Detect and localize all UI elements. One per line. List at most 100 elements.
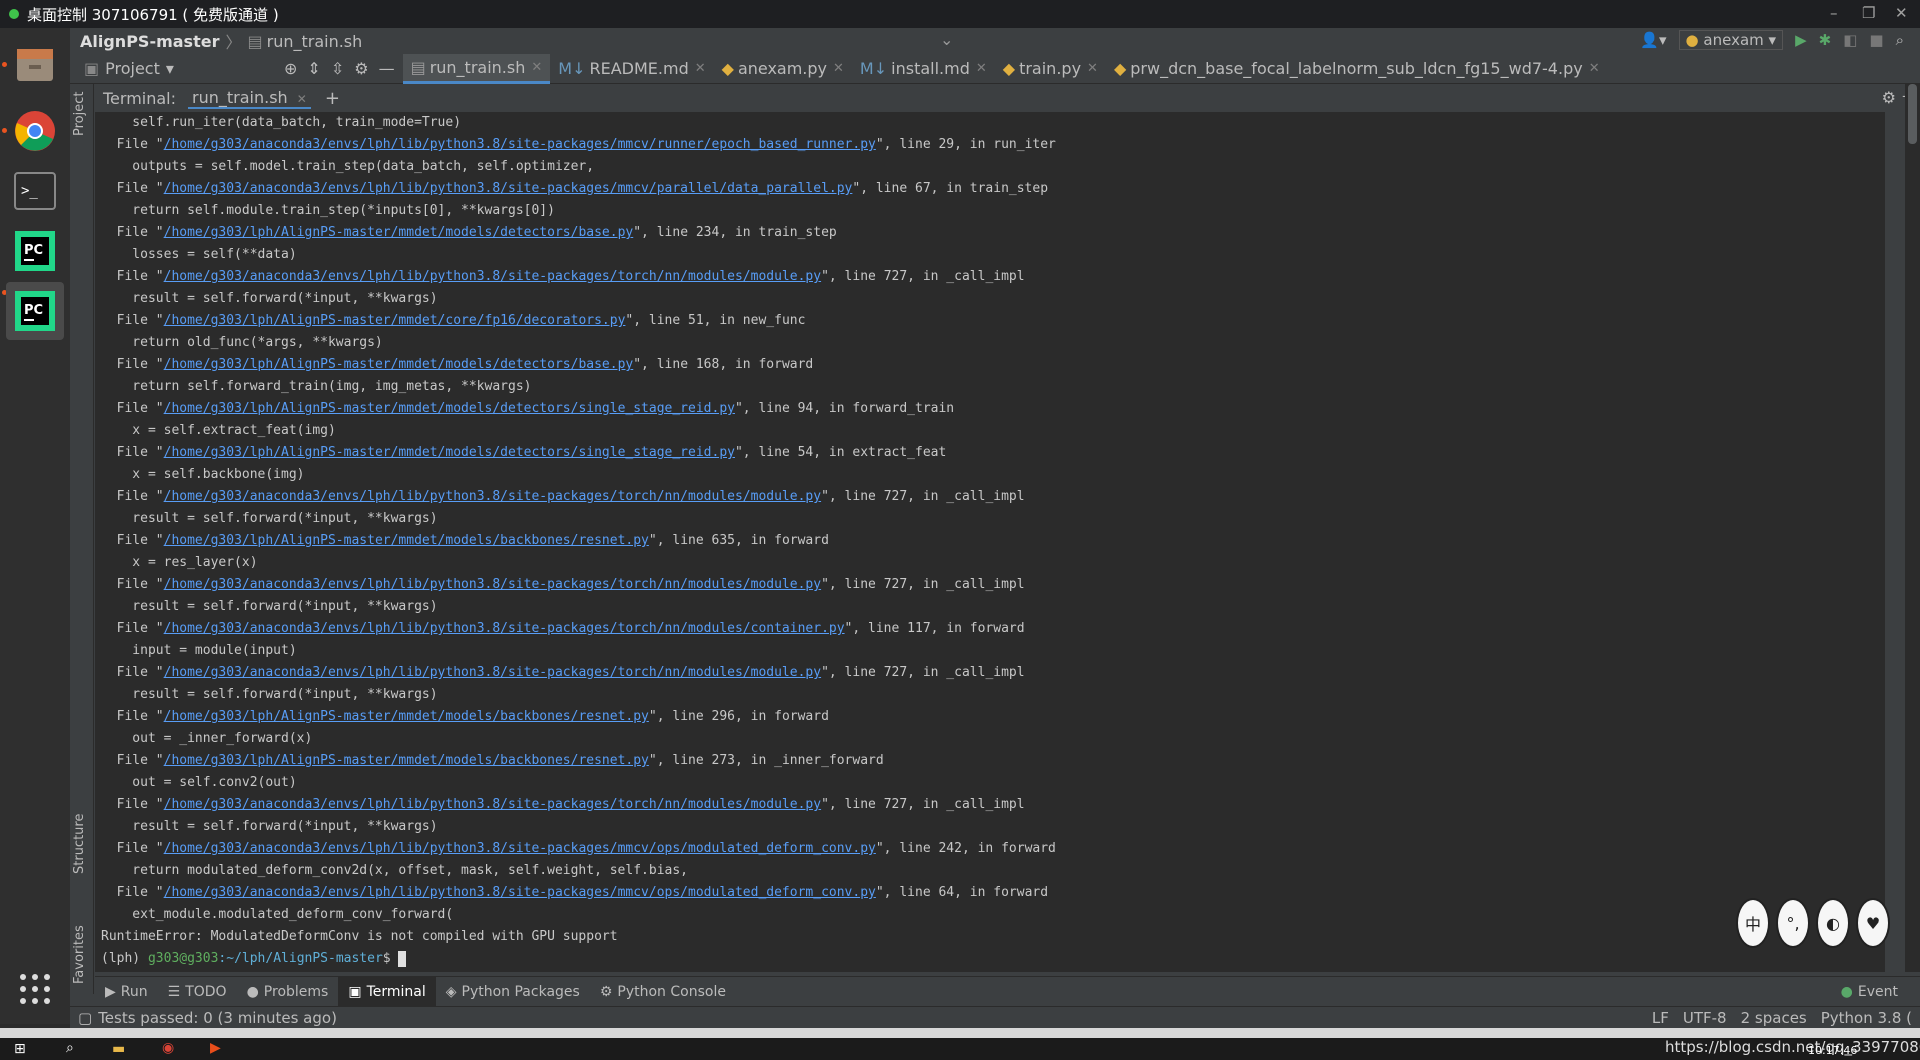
run-config-select[interactable]: ● anexam ▾ <box>1678 30 1784 50</box>
terminal-output[interactable]: self.run_iter(data_batch, train_mode=Tru… <box>95 112 1885 972</box>
traceback-file-link[interactable]: /home/g303/anaconda3/envs/lph/lib/python… <box>164 577 821 592</box>
tab-label: Event <box>1857 983 1898 1000</box>
minimize-button[interactable]: – <box>1830 4 1838 22</box>
terminal-scrollbar[interactable] <box>1905 84 1920 972</box>
close-button[interactable]: ✕ <box>1895 4 1908 22</box>
terminal-app-icon[interactable]: >_ <box>6 162 64 220</box>
traceback-file-link[interactable]: /home/g303/lph/AlignPS-master/mmdet/mode… <box>164 709 649 724</box>
shell-prompt[interactable]: (lph) g303@g303:~/lph/AlignPS-master$ <box>101 948 1885 970</box>
windows-start-icon[interactable]: ⊞ <box>14 1041 26 1057</box>
close-tab-icon[interactable]: ✕ <box>976 61 987 76</box>
left-tool-strip: Project Structure Favorites <box>70 84 94 994</box>
tab-python-console[interactable]: ⚙ Python Console <box>590 977 736 1007</box>
host-horizontal-scrollbar[interactable] <box>0 1028 1920 1038</box>
files-app-icon[interactable] <box>6 36 64 94</box>
project-view-selector[interactable]: ▣ Project ▾ <box>70 54 276 84</box>
run-icon[interactable]: ▶ <box>1795 31 1807 49</box>
interpreter-indicator[interactable]: Python 3.8 ( <box>1821 1009 1912 1027</box>
tab-todo[interactable]: ☰ TODO <box>158 977 237 1007</box>
traceback-file-link[interactable]: /home/g303/anaconda3/envs/lph/lib/python… <box>164 269 821 284</box>
traceback-file-link[interactable]: /home/g303/lph/AlignPS-master/mmdet/core… <box>164 313 626 328</box>
python-file-icon: ◆ <box>721 59 734 78</box>
traceback-file-link[interactable]: /home/g303/anaconda3/envs/lph/lib/python… <box>164 665 821 680</box>
traceback-file-link[interactable]: /home/g303/lph/AlignPS-master/mmdet/mode… <box>164 533 649 548</box>
tab-problems[interactable]: ● Problems <box>237 977 339 1007</box>
close-session-icon[interactable]: ✕ <box>297 92 307 106</box>
close-tab-icon[interactable]: ✕ <box>833 61 844 76</box>
pycharm-active-app-icon[interactable]: PC <box>6 282 64 340</box>
file-explorer-icon[interactable]: ▬ <box>112 1041 125 1057</box>
close-tab-icon[interactable]: ✕ <box>695 61 706 76</box>
user-icon[interactable]: 👤▾ <box>1640 31 1666 49</box>
chrome-icon[interactable]: ◉ <box>162 1040 174 1056</box>
coverage-icon[interactable]: ◧ <box>1843 31 1857 49</box>
scrollbar-thumb[interactable] <box>1908 84 1917 144</box>
encoding-indicator[interactable]: UTF-8 <box>1683 1009 1727 1027</box>
traceback-file-link[interactable]: /home/g303/lph/AlignPS-master/mmdet/mode… <box>164 225 634 240</box>
search-icon[interactable]: ⌕ <box>66 1040 74 1056</box>
hide-icon[interactable]: — <box>379 59 395 78</box>
search-icon[interactable]: ⌕ <box>1896 31 1904 49</box>
breadcrumb-project[interactable]: AlignPS-master <box>80 32 219 51</box>
terminal-text: ", line 727, in _call_impl <box>821 577 1025 592</box>
status-bar: ▢ Tests passed: 0 (3 minutes ago) LF UTF… <box>70 1006 1920 1028</box>
terminal-text: ", line 54, in extract_feat <box>734 445 947 460</box>
terminal-icon: ▣ <box>348 983 362 1000</box>
terminal-text: result = self.forward(*input, **kwargs) <box>101 599 438 614</box>
terminal-text: ", line 727, in _call_impl <box>821 269 1025 284</box>
structure-tool-button[interactable]: Structure <box>72 814 87 874</box>
tab-anexam-py[interactable]: ◆ anexam.py ✕ <box>714 54 852 84</box>
terminal-text: File " <box>101 489 164 504</box>
terminal-text: File " <box>101 577 164 592</box>
pycharm-app-icon[interactable]: PC <box>6 222 64 280</box>
expand-all-icon[interactable]: ⇕ <box>307 59 320 78</box>
terminal-text: ", line 273, in _inner_forward <box>648 753 884 768</box>
indent-indicator[interactable]: 2 spaces <box>1741 1009 1807 1027</box>
tab-run-train-sh[interactable]: ▤ run_train.sh ✕ <box>402 53 551 84</box>
remote-app-icon[interactable]: ▶ <box>210 1040 221 1056</box>
tab-terminal[interactable]: ▣ Terminal <box>338 976 436 1007</box>
debug-icon[interactable]: ✱ <box>1819 31 1832 49</box>
tab-python-packages[interactable]: ◈ Python Packages <box>436 977 590 1007</box>
tab-run[interactable]: ▶ Run <box>95 977 158 1007</box>
traceback-file-link[interactable]: /home/g303/anaconda3/envs/lph/lib/python… <box>164 797 821 812</box>
locate-icon[interactable]: ⊕ <box>284 59 297 78</box>
chrome-app-icon[interactable] <box>6 102 64 160</box>
tab-train-py[interactable]: ◆ train.py ✕ <box>995 54 1106 84</box>
show-apps-grid-icon[interactable] <box>6 960 64 1018</box>
tab-prw-dcn-config-py[interactable]: ◆ prw_dcn_base_focal_labelnorm_sub_ldcn_f… <box>1106 54 1608 84</box>
maximize-button[interactable]: ❐ <box>1862 4 1875 22</box>
tests-status-text[interactable]: Tests passed: 0 (3 minutes ago) <box>98 1009 337 1027</box>
tab-readme-md[interactable]: M↓ README.md ✕ <box>550 54 713 84</box>
traceback-file-link[interactable]: /home/g303/lph/AlignPS-master/mmdet/mode… <box>164 753 649 768</box>
traceback-file-link[interactable]: /home/g303/anaconda3/envs/lph/lib/python… <box>164 621 845 636</box>
project-tool-button[interactable]: Project <box>72 92 87 136</box>
terminal-session-tab[interactable]: run_train.sh ✕ <box>188 88 311 109</box>
terminal-line: File "/home/g303/lph/AlignPS-master/mmde… <box>101 750 1885 772</box>
close-tab-icon[interactable]: ✕ <box>1589 61 1600 76</box>
traceback-file-link[interactable]: /home/g303/anaconda3/envs/lph/lib/python… <box>164 885 876 900</box>
traceback-file-link[interactable]: /home/g303/anaconda3/envs/lph/lib/python… <box>164 181 853 196</box>
close-tab-icon[interactable]: ✕ <box>531 60 542 75</box>
tab-event-log[interactable]: ● Event <box>1831 977 1908 1007</box>
breadcrumb-file[interactable]: run_train.sh <box>267 32 363 51</box>
traceback-file-link[interactable]: /home/g303/anaconda3/envs/lph/lib/python… <box>164 489 821 504</box>
traceback-file-link[interactable]: /home/g303/anaconda3/envs/lph/lib/python… <box>164 137 876 152</box>
terminal-text: return self.forward_train(img, img_metas… <box>101 379 532 394</box>
stop-icon[interactable]: ■ <box>1869 31 1883 49</box>
tab-install-md[interactable]: M↓ install.md ✕ <box>852 54 995 84</box>
close-tab-icon[interactable]: ✕ <box>1087 61 1098 76</box>
remote-desktop-titlebar: 桌面控制 307106791 ( 免费版通道 ) – ❐ ✕ <box>0 0 1920 28</box>
traceback-file-link[interactable]: /home/g303/lph/AlignPS-master/mmdet/mode… <box>164 401 735 416</box>
new-terminal-button[interactable]: + <box>325 88 340 109</box>
traceback-file-link[interactable]: /home/g303/lph/AlignPS-master/mmdet/mode… <box>164 357 634 372</box>
favorites-tool-button[interactable]: Favorites <box>72 925 87 984</box>
sticker-egg: ♥ <box>1856 898 1890 948</box>
terminal-settings-gear-icon[interactable]: ⚙ <box>1882 88 1896 107</box>
traceback-file-link[interactable]: /home/g303/anaconda3/envs/lph/lib/python… <box>164 841 876 856</box>
traceback-file-link[interactable]: /home/g303/lph/AlignPS-master/mmdet/mode… <box>164 445 735 460</box>
chevron-down-icon[interactable]: ⌄ <box>940 30 953 49</box>
gear-icon[interactable]: ⚙ <box>354 59 368 78</box>
line-separator-indicator[interactable]: LF <box>1652 1009 1669 1027</box>
collapse-all-icon[interactable]: ⇳ <box>331 59 344 78</box>
